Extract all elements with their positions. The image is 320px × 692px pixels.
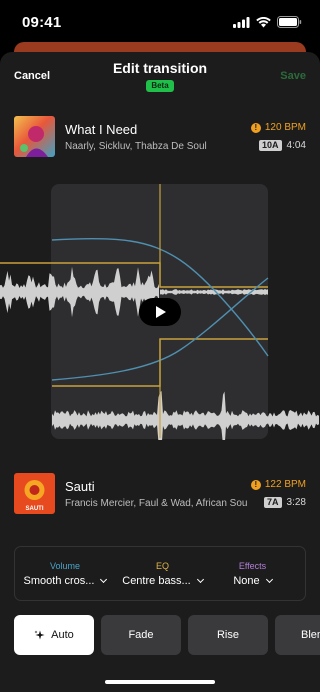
chevron-down-icon bbox=[100, 575, 108, 584]
waveform-outgoing bbox=[0, 266, 268, 318]
warning-icon: ! bbox=[250, 479, 261, 490]
track-to[interactable]: SAUTI Sauti Francis Mercier, Faul & Wad,… bbox=[14, 473, 306, 515]
preset-selector: Auto Fade Rise Blen bbox=[0, 615, 320, 657]
sparkle-icon bbox=[34, 630, 45, 639]
preset-label: Rise bbox=[216, 629, 239, 641]
preset-label: Blen bbox=[301, 629, 320, 641]
album-art-text: SAUTI bbox=[26, 506, 44, 512]
bpm-value: 120 BPM bbox=[264, 122, 306, 133]
eq-control[interactable]: EQ Centre bass... bbox=[115, 547, 210, 602]
album-art-what-i-need bbox=[14, 116, 55, 157]
track-duration: 4:04 bbox=[286, 140, 306, 151]
volume-value: Smooth cros... bbox=[23, 575, 95, 587]
eq-curve-out bbox=[0, 262, 268, 288]
battery-icon bbox=[277, 16, 302, 28]
status-time: 09:41 bbox=[22, 14, 62, 31]
key-badge: 10A bbox=[259, 140, 282, 151]
waveform-shape bbox=[52, 391, 319, 440]
save-button[interactable]: Save bbox=[280, 70, 306, 82]
volume-label: Volume bbox=[49, 561, 81, 571]
home-indicator bbox=[105, 680, 215, 684]
track-from[interactable]: What I Need Naarly, Sickluv, Thabza De S… bbox=[14, 116, 306, 158]
preset-fade[interactable]: Fade bbox=[101, 615, 181, 655]
chevron-down-icon bbox=[265, 575, 273, 584]
signal-icon bbox=[233, 16, 250, 28]
transition-visualization[interactable] bbox=[0, 180, 320, 440]
album-art-sauti: SAUTI bbox=[14, 473, 55, 514]
key-duration: 7A 3:28 bbox=[264, 497, 306, 508]
transition-controls: Volume Smooth cros... EQ Centre bass... … bbox=[14, 546, 306, 601]
preset-auto[interactable]: Auto bbox=[14, 615, 94, 655]
waveform-shape bbox=[0, 266, 159, 318]
beta-badge: Beta bbox=[146, 80, 174, 92]
key-badge: 7A bbox=[264, 497, 282, 508]
track-artists: Naarly, Sickluv, Thabza De Soul bbox=[65, 141, 207, 152]
bpm-indicator: ! 120 BPM bbox=[250, 122, 306, 133]
status-icons bbox=[233, 16, 302, 28]
key-duration: 10A 4:04 bbox=[259, 140, 306, 151]
volume-control[interactable]: Volume Smooth cros... bbox=[15, 547, 115, 602]
effects-control[interactable]: Effects None bbox=[210, 547, 295, 602]
wifi-icon bbox=[256, 16, 271, 27]
preset-label: Fade bbox=[128, 629, 154, 641]
preset-blend[interactable]: Blen bbox=[275, 615, 320, 655]
waveform-incoming bbox=[52, 391, 319, 440]
track-title: Sauti bbox=[65, 479, 95, 494]
chevron-down-icon bbox=[196, 575, 204, 584]
play-button[interactable] bbox=[139, 298, 181, 326]
track-artists: Francis Mercier, Faul & Wad, African Sou bbox=[65, 498, 248, 509]
bpm-indicator: ! 122 BPM bbox=[250, 479, 306, 490]
eq-label: EQ bbox=[155, 561, 169, 571]
preset-rise[interactable]: Rise bbox=[188, 615, 268, 655]
edit-transition-sheet: Cancel Edit transition Beta Save What I … bbox=[0, 52, 320, 692]
preset-label: Auto bbox=[51, 629, 74, 641]
track-duration: 3:28 bbox=[286, 497, 306, 508]
status-bar: 09:41 bbox=[0, 0, 320, 42]
effects-value: None bbox=[233, 575, 260, 587]
track-title: What I Need bbox=[65, 122, 138, 137]
page-title: Edit transition bbox=[112, 60, 208, 76]
effects-label: Effects bbox=[238, 561, 267, 571]
warning-icon: ! bbox=[250, 122, 261, 133]
bpm-value: 122 BPM bbox=[264, 479, 306, 490]
eq-value: Centre bass... bbox=[122, 575, 191, 587]
